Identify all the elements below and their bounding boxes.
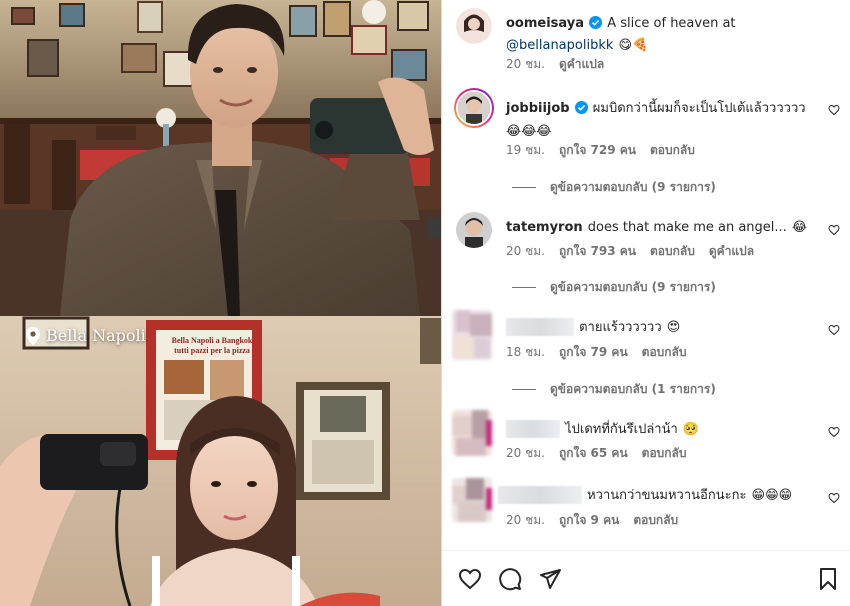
comment-username[interactable]: tatemyron: [506, 220, 583, 235]
avatar-image: [456, 212, 492, 248]
heart-icon[interactable]: [458, 567, 482, 591]
comment-likes-count[interactable]: ถูกใจ 9 คน: [559, 511, 619, 530]
avatar-image: [452, 310, 492, 360]
caption-translate-button[interactable]: ดูคำแปล: [559, 55, 604, 74]
replies-divider-line: [512, 389, 536, 390]
photo-woman-selfie: Bella Napoli Bella Napoli a Bangkok tutt…: [0, 316, 441, 606]
comment-likes-count[interactable]: ถูกใจ 729 คน: [559, 141, 636, 160]
comment-body: tatemyron does that make me an angel... …: [506, 216, 816, 238]
view-replies-label: ดูข้อความตอบกลับ (9 รายการ): [550, 180, 716, 194]
comment-avatar-blurred[interactable]: [452, 310, 492, 360]
caption-time[interactable]: 20 ชม.: [506, 55, 545, 74]
caption-avatar[interactable]: [456, 8, 492, 44]
share-icon[interactable]: [538, 567, 562, 591]
avatar-image: [452, 410, 492, 456]
caption-mention-link[interactable]: @bellanapolibkk: [506, 38, 613, 53]
comment-meta: 20 ชม. ถูกใจ 793 คน ตอบกลับ ดูคำแปล: [506, 242, 754, 261]
comment-emoji: 😁😁😁: [751, 488, 793, 503]
poster-sign-line1: Bella Napoli a Bangkok: [171, 336, 253, 345]
comment-emoji: 😂😂😂: [506, 124, 552, 139]
comment-time[interactable]: 19 ชม.: [506, 141, 545, 160]
view-replies-button[interactable]: ดูข้อความตอบกลับ (9 รายการ): [512, 178, 716, 197]
comment-like-heart-icon[interactable]: [828, 492, 840, 504]
comment-text: does that make me an angel...: [587, 220, 787, 235]
comment-emoji: 😍: [666, 320, 681, 335]
comment-text: หวานกว่าขนมหวานอีกนะกะ: [587, 488, 747, 503]
comment-icon[interactable]: [498, 567, 522, 591]
comment-emoji: 🥺: [682, 422, 700, 437]
view-replies-label: ดูข้อความตอบกลับ (1 รายการ): [550, 382, 716, 396]
comment-body: ไปเดทที่กันรึเปล่าน้า 🥺: [506, 418, 816, 440]
redacted-username[interactable]: [506, 419, 560, 438]
avatar-image: [458, 92, 490, 124]
comment-avatar-blurred[interactable]: [452, 410, 492, 456]
comment-avatar-tatemyron[interactable]: [456, 212, 492, 248]
comment-likes-count[interactable]: ถูกใจ 79 คน: [559, 343, 628, 362]
comment-like-heart-icon[interactable]: [828, 426, 840, 438]
instagram-post-view: Bella Napoli Bella Napoli a Bangkok tutt…: [0, 0, 850, 606]
comment-avatar-blurred[interactable]: [452, 478, 492, 522]
comment-time[interactable]: 18 ชม.: [506, 343, 545, 362]
comments-panel: oomeisaya A slice of heaven at @bellanap…: [442, 0, 850, 606]
poster-sign-line2: tutti pazzi per la pizza: [174, 346, 250, 355]
comment-body: jobbiijob ผมบิดกว่านี้ผมก็จะเป็นโปเต้แล้…: [506, 96, 816, 142]
comment-time[interactable]: 20 ชม.: [506, 242, 545, 261]
poster-sign-text: Bella Napoli a Bangkok tutti pazzi per l…: [164, 336, 260, 356]
redacted-username[interactable]: [498, 485, 582, 504]
comment-likes-count[interactable]: ถูกใจ 793 คน: [559, 242, 636, 261]
photo-woman-illustration: [0, 316, 441, 606]
comment-reply-button[interactable]: ตอบกลับ: [650, 141, 695, 160]
caption-emoji: 😋🍕: [618, 38, 649, 53]
comment-emoji: 😂: [791, 220, 808, 235]
location-name: Bella Napoli: [46, 326, 146, 345]
post-media[interactable]: Bella Napoli Bella Napoli a Bangkok tutt…: [0, 0, 441, 606]
photo-man-selfie: [0, 0, 441, 316]
view-replies-label: ดูข้อความตอบกลับ (9 รายการ): [550, 280, 716, 294]
location-pin-icon: [26, 326, 40, 345]
redacted-username[interactable]: [506, 317, 574, 336]
caption-username[interactable]: oomeisaya: [506, 16, 584, 31]
comment-body: หวานกว่าขนมหวานอีกนะกะ 😁😁😁: [498, 484, 828, 506]
caption-block: oomeisaya A slice of heaven at @bellanap…: [506, 12, 836, 56]
comment-reply-button[interactable]: ตอบกลับ: [642, 444, 687, 463]
avatar-image: [456, 8, 492, 44]
comment-avatar-jobbiijob[interactable]: [454, 88, 494, 128]
comment-likes-count[interactable]: ถูกใจ 65 คน: [559, 444, 628, 463]
comment-meta: 20 ชม. ถูกใจ 9 คน ตอบกลับ: [506, 511, 678, 530]
bookmark-icon[interactable]: [816, 567, 840, 591]
replies-divider-line: [512, 287, 536, 288]
comment-reply-button[interactable]: ตอบกลับ: [642, 343, 687, 362]
comment-reply-button[interactable]: ตอบกลับ: [633, 511, 678, 530]
view-replies-button[interactable]: ดูข้อความตอบกลับ (9 รายการ): [512, 278, 716, 297]
avatar-image: [452, 478, 492, 522]
verified-badge-icon: [574, 101, 588, 114]
comment-username[interactable]: jobbiijob: [506, 101, 570, 116]
replies-divider-line: [512, 187, 536, 188]
post-action-bar: [442, 550, 850, 606]
comment-text: ผมบิดกว่านี้ผมก็จะเป็นโปเต้แล้วววววว: [592, 101, 806, 116]
comment-body: ตายแร้วววววว 😍: [506, 316, 816, 338]
comment-like-heart-icon[interactable]: [828, 324, 840, 336]
comment-text: ไปเดทที่กันรึเปล่าน้า: [565, 422, 678, 437]
comment-meta: 19 ชม. ถูกใจ 729 คน ตอบกลับ: [506, 141, 695, 160]
comment-text: ตายแร้วววววว: [579, 320, 662, 335]
comment-time[interactable]: 20 ชม.: [506, 444, 545, 463]
caption-meta: 20 ชม. ดูคำแปล: [506, 55, 604, 74]
photo-man-illustration: [0, 0, 441, 316]
caption-text: A slice of heaven at: [607, 16, 736, 31]
verified-badge-icon: [589, 16, 603, 29]
view-replies-button[interactable]: ดูข้อความตอบกลับ (1 รายการ): [512, 380, 716, 399]
comment-translate-button[interactable]: ดูคำแปล: [709, 242, 754, 261]
comment-like-heart-icon[interactable]: [828, 224, 840, 236]
comment-meta: 18 ชม. ถูกใจ 79 คน ตอบกลับ: [506, 343, 687, 362]
comment-reply-button[interactable]: ตอบกลับ: [650, 242, 695, 261]
location-tag[interactable]: Bella Napoli: [26, 326, 146, 345]
comment-meta: 20 ชม. ถูกใจ 65 คน ตอบกลับ: [506, 444, 687, 463]
comment-time[interactable]: 20 ชม.: [506, 511, 545, 530]
comment-like-heart-icon[interactable]: [828, 104, 840, 116]
